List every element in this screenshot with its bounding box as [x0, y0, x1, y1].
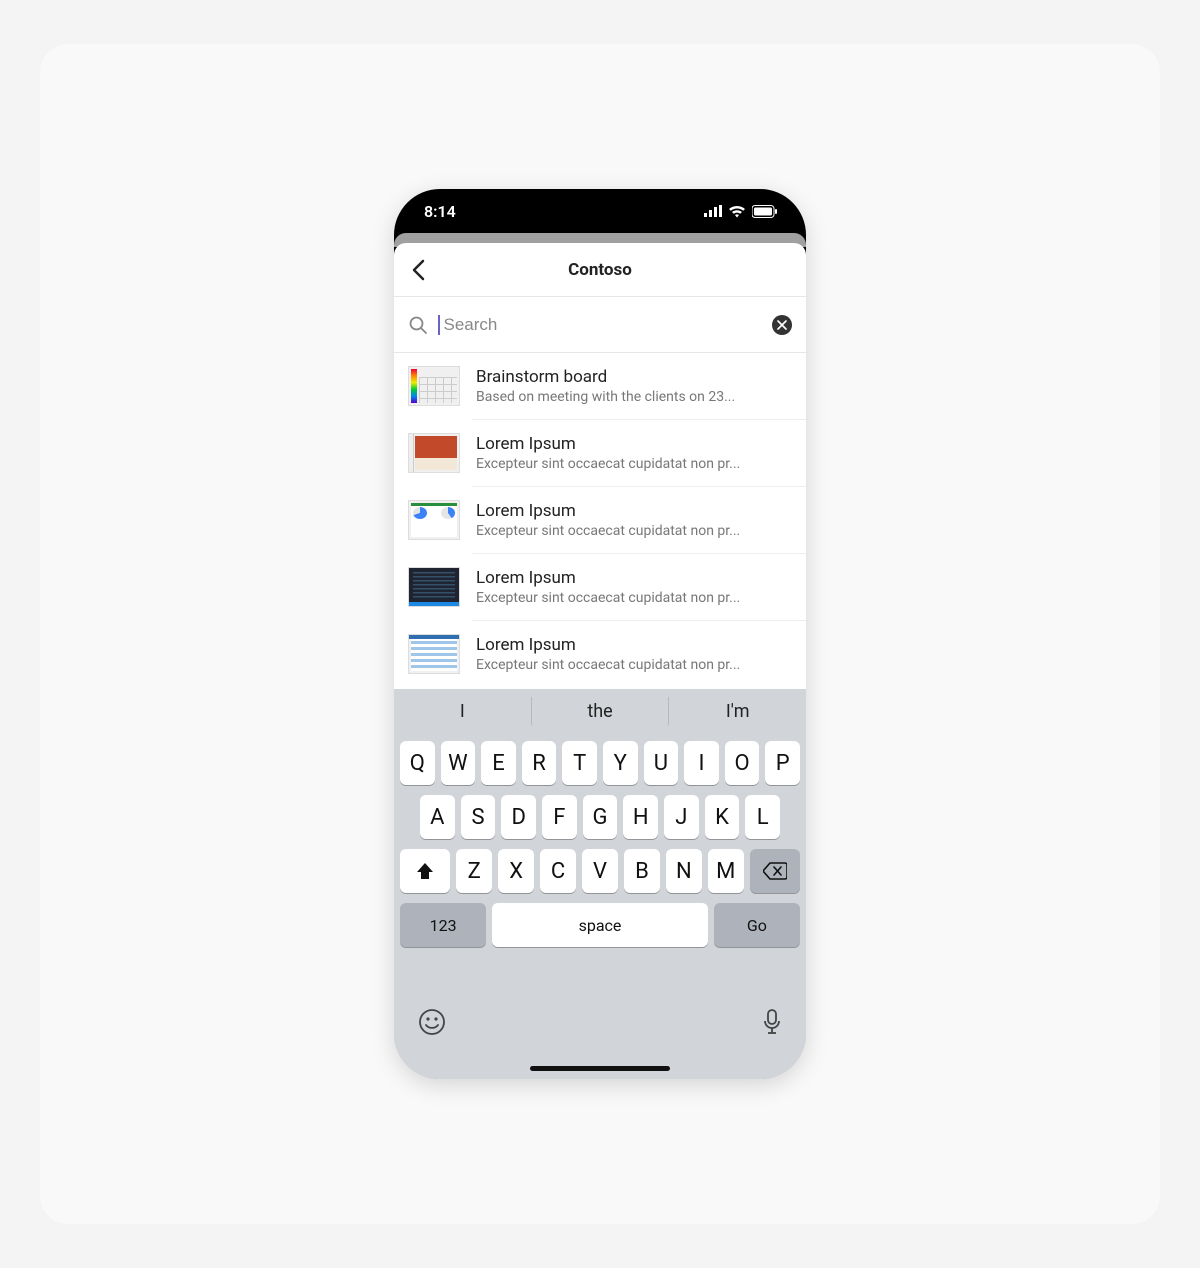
space-key[interactable]: space — [492, 903, 708, 947]
list-item-subtitle: Excepteur sint occaecat cupidatat non pr… — [476, 523, 792, 539]
sheet-header: Contoso — [394, 243, 806, 297]
key-u[interactable]: U — [644, 741, 679, 785]
close-icon — [777, 320, 787, 330]
key-m[interactable]: M — [708, 849, 744, 893]
page-title: Contoso — [394, 260, 806, 280]
keyboard-row-2: A S D F G H J K L — [394, 795, 806, 839]
key-r[interactable]: R — [522, 741, 557, 785]
key-o[interactable]: O — [725, 741, 760, 785]
list-item[interactable]: Lorem Ipsum Excepteur sint occaecat cupi… — [394, 621, 806, 687]
key-c[interactable]: C — [540, 849, 576, 893]
list-item-title: Lorem Ipsum — [476, 501, 792, 521]
list-item-text: Brainstorm board Based on meeting with t… — [476, 367, 792, 405]
keyboard-bottom — [394, 957, 806, 1079]
thumbnail — [408, 433, 460, 473]
suggestion[interactable]: I — [394, 689, 531, 733]
key-w[interactable]: W — [441, 741, 476, 785]
key-p[interactable]: P — [765, 741, 800, 785]
home-indicator[interactable] — [530, 1066, 670, 1071]
list-item[interactable]: Brainstorm board Based on meeting with t… — [394, 353, 806, 419]
list-item-subtitle: Excepteur sint occaecat cupidatat non pr… — [476, 590, 792, 606]
list-item-title: Brainstorm board — [476, 367, 792, 387]
key-g[interactable]: G — [583, 795, 618, 839]
status-time: 8:14 — [424, 202, 456, 221]
key-d[interactable]: D — [501, 795, 536, 839]
key-f[interactable]: F — [542, 795, 577, 839]
key-s[interactable]: S — [461, 795, 496, 839]
numbers-key[interactable]: 123 — [400, 903, 486, 947]
keyboard-suggestions: I the I'm — [394, 689, 806, 733]
key-b[interactable]: B — [624, 849, 660, 893]
list-item-subtitle: Excepteur sint occaecat cupidatat non pr… — [476, 456, 792, 472]
shift-icon — [415, 862, 435, 880]
key-n[interactable]: N — [666, 849, 702, 893]
suggestion[interactable]: I'm — [668, 697, 806, 725]
key-h[interactable]: H — [623, 795, 658, 839]
list-item-title: Lorem Ipsum — [476, 568, 792, 588]
thumbnail — [408, 567, 460, 607]
key-t[interactable]: T — [562, 741, 597, 785]
signal-icon — [704, 205, 722, 217]
key-v[interactable]: V — [582, 849, 618, 893]
search-field-wrap[interactable] — [438, 315, 762, 335]
emoji-icon — [418, 1008, 446, 1036]
list-item-text: Lorem Ipsum Excepteur sint occaecat cupi… — [476, 501, 792, 539]
list-item-title: Lorem Ipsum — [476, 434, 792, 454]
status-bar: 8:14 — [394, 189, 806, 233]
search-icon — [408, 315, 428, 335]
key-j[interactable]: J — [664, 795, 699, 839]
suggestion[interactable]: the — [531, 697, 669, 725]
text-cursor — [438, 315, 440, 335]
key-k[interactable]: K — [705, 795, 740, 839]
chevron-left-icon — [411, 259, 425, 281]
battery-icon — [752, 205, 778, 218]
list-item-text: Lorem Ipsum Excepteur sint occaecat cupi… — [476, 568, 792, 606]
key-e[interactable]: E — [481, 741, 516, 785]
back-button[interactable] — [394, 246, 442, 294]
backspace-key[interactable] — [750, 849, 800, 893]
key-x[interactable]: X — [498, 849, 534, 893]
list-item-title: Lorem Ipsum — [476, 635, 792, 655]
list-item[interactable]: Lorem Ipsum Excepteur sint occaecat cupi… — [394, 554, 806, 620]
key-i[interactable]: I — [684, 741, 719, 785]
key-q[interactable]: Q — [400, 741, 435, 785]
go-key[interactable]: Go — [714, 903, 800, 947]
key-a[interactable]: A — [420, 795, 455, 839]
key-l[interactable]: L — [745, 795, 780, 839]
thumbnail — [408, 366, 460, 406]
canvas: 8:14 Contoso — [40, 44, 1160, 1224]
clear-search-button[interactable] — [772, 315, 792, 335]
list-item[interactable]: Lorem Ipsum Excepteur sint occaecat cupi… — [394, 487, 806, 553]
list-item-text: Lorem Ipsum Excepteur sint occaecat cupi… — [476, 434, 792, 472]
thumbnail — [408, 500, 460, 540]
keyboard-row-4: 123 space Go — [394, 903, 806, 947]
key-y[interactable]: Y — [603, 741, 638, 785]
microphone-icon — [762, 1008, 782, 1036]
emoji-key[interactable] — [418, 1008, 446, 1039]
thumbnail — [408, 634, 460, 674]
dictation-key[interactable] — [762, 1008, 782, 1039]
keyboard-row-3: Z X C V B N M — [394, 849, 806, 893]
list-item-subtitle: Excepteur sint occaecat cupidatat non pr… — [476, 657, 792, 673]
phone-frame: 8:14 Contoso — [394, 189, 806, 1079]
wifi-icon — [728, 205, 746, 218]
status-icons — [704, 205, 778, 218]
keyboard-row-1: Q W E R T Y U I O P — [394, 741, 806, 785]
list-item-text: Lorem Ipsum Excepteur sint occaecat cupi… — [476, 635, 792, 673]
search-input[interactable] — [444, 315, 763, 335]
search-bar[interactable] — [394, 297, 806, 353]
key-z[interactable]: Z — [456, 849, 492, 893]
shift-key[interactable] — [400, 849, 450, 893]
list-item-subtitle: Based on meeting with the clients on 23.… — [476, 389, 792, 405]
backspace-icon — [763, 862, 787, 880]
keyboard: I the I'm Q W E R T Y U I O P A S D F — [394, 689, 806, 1079]
list-item[interactable]: Lorem Ipsum Excepteur sint occaecat cupi… — [394, 420, 806, 486]
